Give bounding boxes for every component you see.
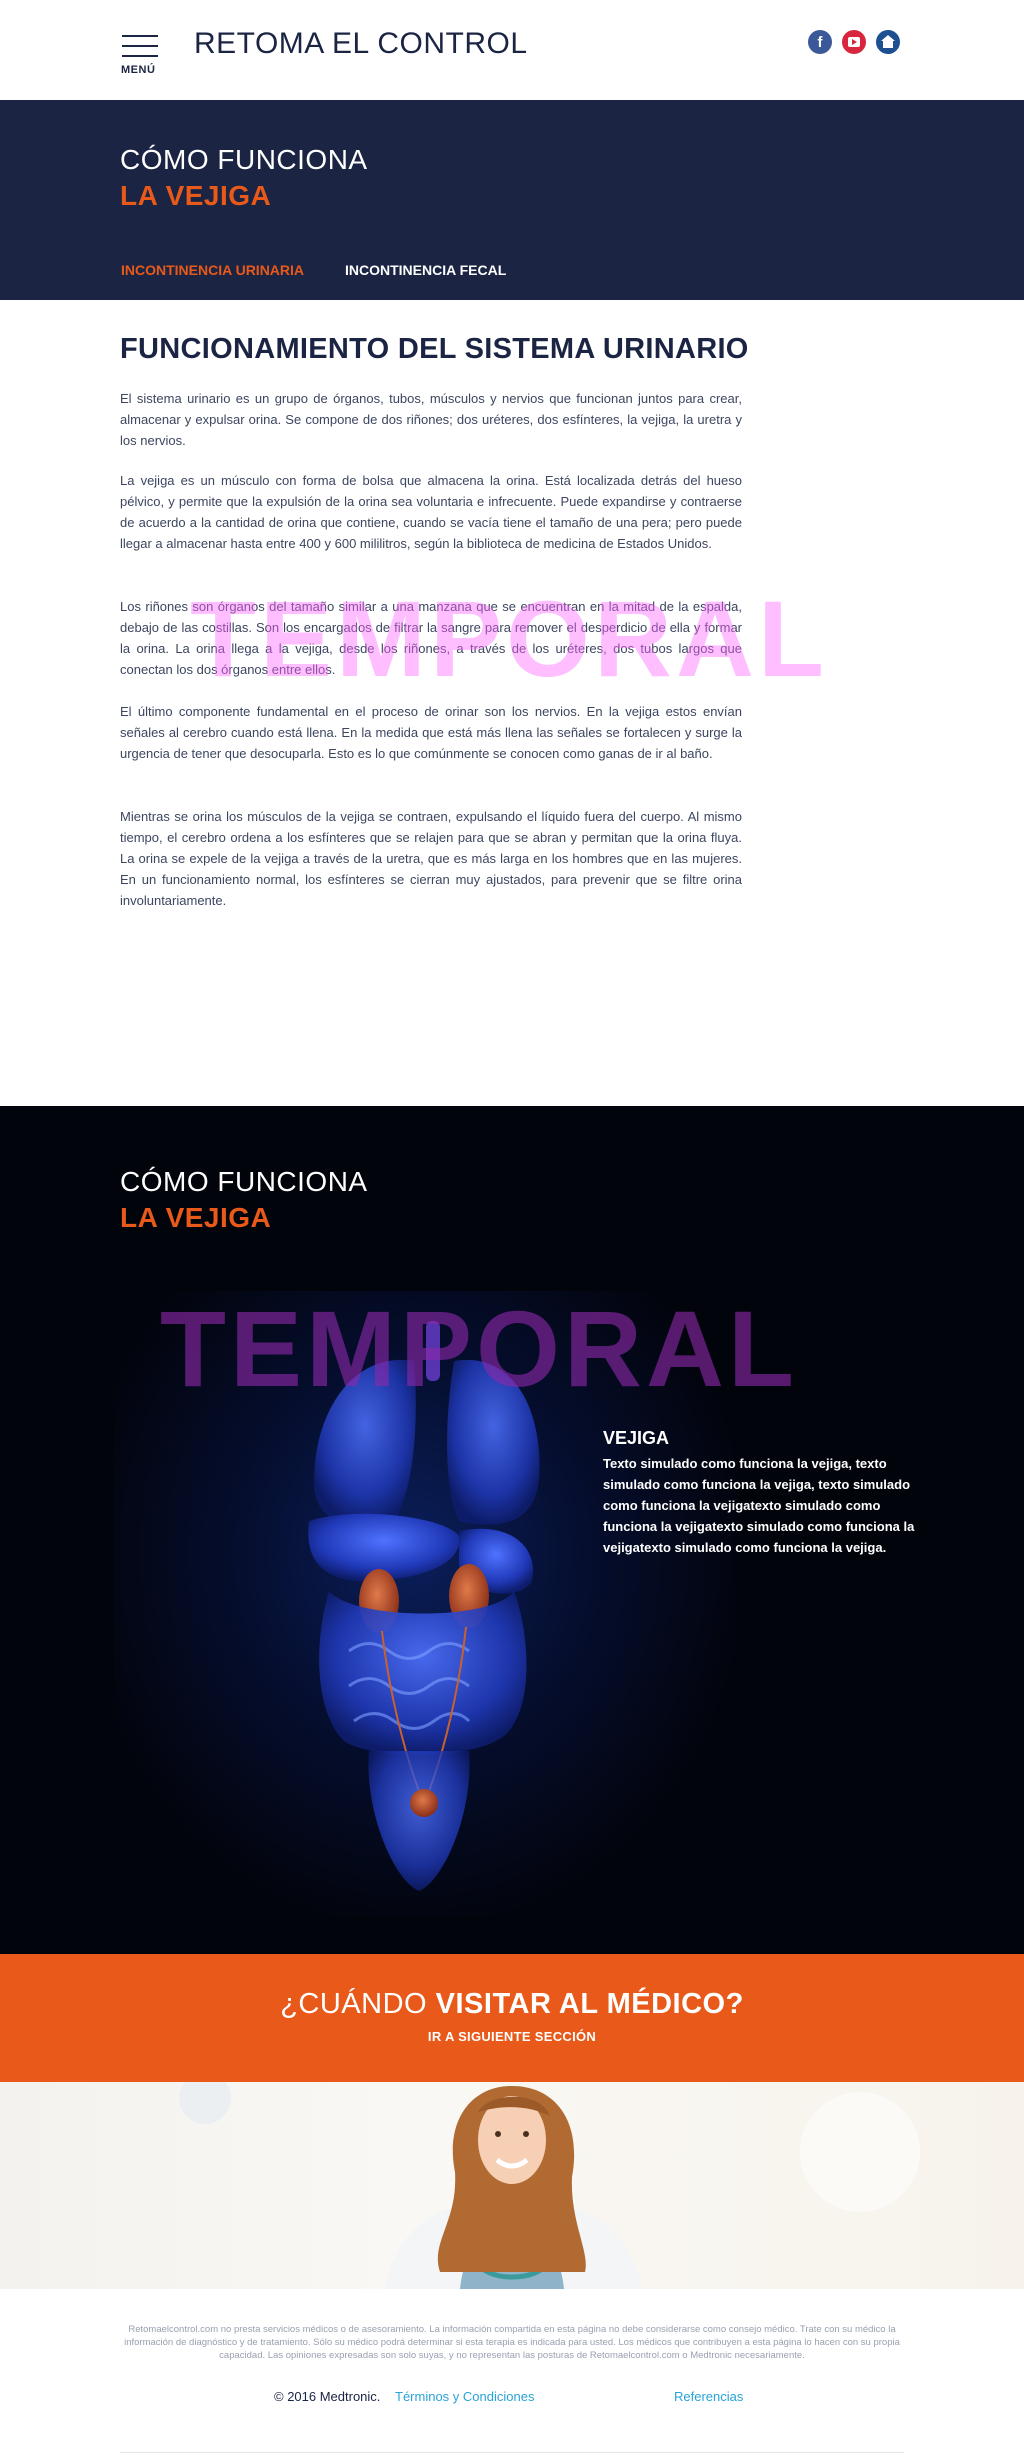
hero-banner: CÓMO FUNCIONA LA VEJIGA INCONTINENCIA UR… (0, 100, 1024, 300)
article-paragraph: El sistema urinario es un grupo de órgan… (120, 391, 742, 448)
article-paragraph: Mientras se orina los músculos de la vej… (120, 809, 742, 908)
article-heading-light: FUNCIONAMIENTO DEL (120, 333, 465, 365)
youtube-icon[interactable] (842, 30, 866, 54)
site-title[interactable]: RETOMA EL CONTROL (194, 27, 528, 61)
copyright: © 2016 Medtronic. (274, 2389, 381, 2404)
info-title: VEJIGA (603, 1428, 670, 1448)
article-paragraph: La vejiga es un músculo con forma de bol… (120, 473, 742, 551)
next-section-banner[interactable]: ¿CUÁNDO VISITAR AL MÉDICO? IR A SIGUIENT… (0, 1954, 1024, 2082)
hero-title-line1: CÓMO FUNCIONA (120, 144, 368, 175)
info-text: Texto simulado como funciona la vejiga, … (603, 1456, 915, 1555)
cta-title-bold: VISITAR AL MÉDICO? (435, 1988, 744, 2020)
article-paragraph: Los riñones son órganos del tamaño simil… (120, 599, 742, 677)
cta-title-light: ¿CUÁNDO (280, 1988, 436, 2020)
menu-label: MENÚ (121, 64, 156, 76)
references-link[interactable]: Referencias (674, 2389, 743, 2404)
site-header: MENÚ RETOMA EL CONTROL f (0, 0, 1024, 100)
hamburger-icon (122, 35, 158, 37)
tab-incontinencia-urinaria[interactable]: INCONTINENCIA URINARIA (121, 262, 304, 278)
terms-link[interactable]: Términos y Condiciones (395, 2389, 534, 2404)
legal-disclaimer: Retomaelcontrol.com no presta servicios … (124, 2324, 900, 2361)
anatomy-title-line1: CÓMO FUNCIONA (120, 1166, 368, 1197)
doctor-photo (0, 2082, 1024, 2289)
hamburger-icon-line (122, 45, 158, 47)
article-paragraph: El último componente fundamental en el p… (120, 704, 742, 761)
anatomy-illustration (114, 1291, 737, 1917)
play-icon (848, 37, 860, 47)
next-section-link[interactable]: IR A SIGUIENTE SECCIÓN (0, 2029, 1024, 2044)
page: MENÚ RETOMA EL CONTROL f CÓMO FUNCIONA L… (0, 0, 1024, 2456)
article-heading: FUNCIONAMIENTO DEL SISTEMA URINARIO (120, 333, 749, 366)
hero-title-line2: LA VEJIGA (120, 180, 272, 211)
article-heading-bold: SISTEMA URINARIO (464, 333, 749, 365)
home-icon[interactable] (876, 30, 900, 54)
urinary-system-illustration (308, 1321, 540, 1891)
tab-incontinencia-fecal[interactable]: INCONTINENCIA FECAL (345, 262, 506, 278)
anatomy-title-line2: LA VEJIGA (120, 1202, 272, 1233)
doctor-illustration (179, 2082, 920, 2289)
cta-title: ¿CUÁNDO VISITAR AL MÉDICO? (0, 1988, 1024, 2021)
footer-divider (120, 2452, 904, 2453)
hamburger-icon-line (122, 55, 158, 57)
menu-button[interactable]: MENÚ (121, 32, 161, 80)
anatomy-section: CÓMO FUNCIONA LA VEJIGA TEMPORAL VEJIGA … (0, 1106, 1024, 1954)
facebook-icon[interactable]: f (808, 30, 832, 54)
